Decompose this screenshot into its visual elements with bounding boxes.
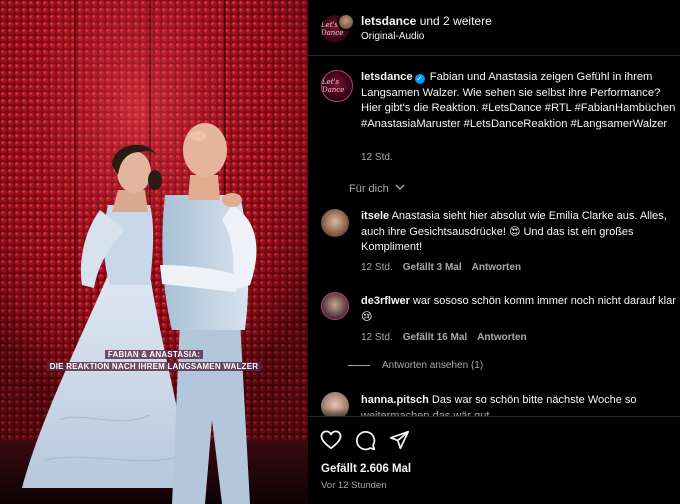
- comment-username[interactable]: itsele: [361, 210, 389, 222]
- share-icon: [389, 430, 409, 450]
- comment-time: 12 Std.: [361, 332, 393, 343]
- header-title: letsdance und 2 weitere: [361, 14, 492, 28]
- collab-avatar[interactable]: [337, 13, 355, 31]
- view-replies-label: Antworten ansehen (1): [382, 360, 484, 371]
- comment-username[interactable]: de3rflwer: [361, 295, 410, 307]
- post-footer: Gefällt 2.606 Mal Vor 12 Stunden: [308, 416, 680, 504]
- comments-panel: Let's Dance letsdance und 2 weitere Orig…: [308, 0, 680, 504]
- comment-likes[interactable]: Gefällt 16 Mal: [403, 332, 467, 343]
- post-meta: 12 Std.: [361, 152, 393, 163]
- post-video[interactable]: FABIAN & ANASTASIA: DIE REAKTION NACH IH…: [0, 0, 308, 504]
- comment-de3rflwer: de3rflwer war sososo schön komm immer no…: [361, 294, 676, 325]
- for-you-toggle[interactable]: Für dich: [349, 183, 405, 195]
- post-caption: letsdance ✓ Fabian und Anastasia zeigen G…: [361, 70, 676, 132]
- verified-icon: ✓: [414, 74, 425, 84]
- view-replies-button[interactable]: Antworten ansehen (1): [348, 360, 483, 371]
- video-frame: [0, 0, 308, 504]
- brand-logo-text-2: Let's Dance: [322, 78, 345, 94]
- post-header: Let's Dance letsdance und 2 weitere Orig…: [308, 0, 680, 56]
- heart-icon: [320, 430, 342, 450]
- divider-line: [348, 365, 370, 366]
- comment-button[interactable]: [354, 429, 376, 451]
- comment-itsele: itsele Anastasia sieht hier absolut wie …: [361, 209, 676, 256]
- like-button[interactable]: [320, 429, 342, 451]
- post-author-avatar[interactable]: Let's Dance: [321, 70, 353, 102]
- post-time: 12 Std.: [361, 152, 393, 163]
- comment-avatar-de3rflwer[interactable]: [321, 292, 349, 320]
- comment-icon: [355, 430, 375, 450]
- video-caption-line2: DIE REAKTION NACH IHREM LANGSAMEN WALZER: [0, 361, 308, 373]
- header-collab-link[interactable]: und 2 weitere: [420, 14, 492, 28]
- comment-avatar-itsele[interactable]: [321, 209, 349, 237]
- comment-username[interactable]: hanna.pitsch: [361, 394, 429, 406]
- post-timestamp: Vor 12 Stunden: [321, 480, 387, 491]
- comment-reply-button[interactable]: Antworten: [477, 332, 526, 343]
- share-button[interactable]: [388, 429, 410, 451]
- comment-meta-itsele: 12 Std. Gefällt 3 Mal Antworten: [361, 262, 521, 273]
- comment-meta-de3rflwer: 12 Std. Gefällt 16 Mal Antworten: [361, 332, 527, 343]
- post-likes[interactable]: Gefällt 2.606 Mal: [321, 463, 411, 475]
- instagram-post-view: FABIAN & ANASTASIA: DIE REAKTION NACH IH…: [0, 0, 680, 504]
- comment-body: Anastasia sieht hier absolut wie Emilia …: [361, 210, 667, 254]
- chevron-down-icon: [395, 184, 405, 190]
- comment-likes[interactable]: Gefällt 3 Mal: [403, 262, 462, 273]
- video-caption-line1: FABIAN & ANASTASIA:: [0, 349, 308, 361]
- header-account-link[interactable]: letsdance: [361, 14, 416, 28]
- for-you-label: Für dich: [349, 183, 389, 195]
- post-username[interactable]: letsdance: [361, 71, 413, 83]
- comment-time: 12 Std.: [361, 262, 393, 273]
- comment-reply-button[interactable]: Antworten: [472, 262, 521, 273]
- original-audio-link[interactable]: Original-Audio: [361, 31, 424, 42]
- action-bar: [320, 429, 410, 451]
